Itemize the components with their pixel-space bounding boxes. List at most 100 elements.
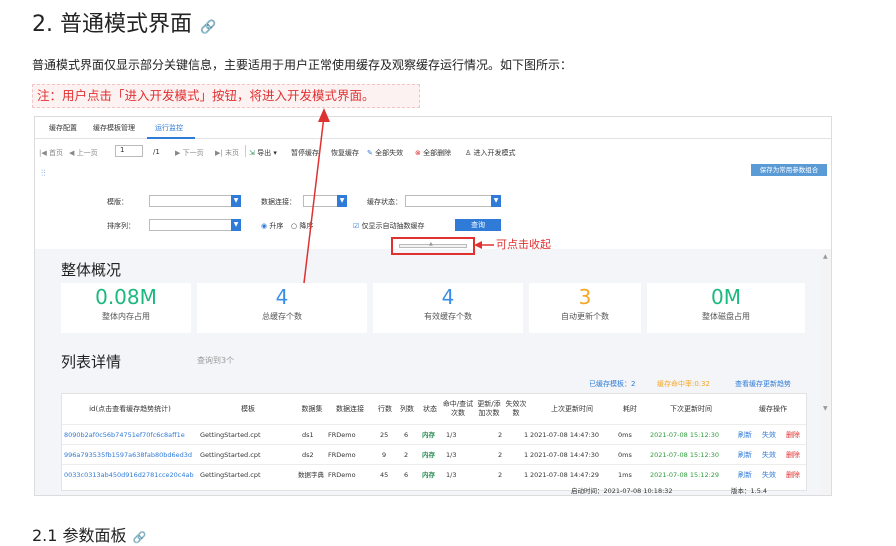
filter-toggle-icon[interactable]: ⫶⫶ xyxy=(41,169,46,179)
stat-card-disk: 0M 整体磁盘占用 xyxy=(647,283,805,333)
next-update-cell: 2021-07-08 15:12:30 xyxy=(650,451,720,459)
delete-all-button[interactable]: ⊗ 全部删除 xyxy=(415,148,451,158)
cache-table: id(点击查看缓存趋势统计) 模板 数据集 数据连接 行数 列数 状态 命中/查… xyxy=(61,393,807,491)
dev-mode-button[interactable]: ♙ 进入开发模式 xyxy=(465,148,516,158)
col-header: 缓存操作 xyxy=(759,404,787,413)
cache-id-link[interactable]: 8090b2af0c56b74751ef70fc6c8aff1e xyxy=(64,425,198,445)
tab-cache-config[interactable]: 缓存配置 xyxy=(49,123,77,133)
link-icon[interactable]: 🔗 xyxy=(200,20,216,35)
dataset-cell: 数据字典 xyxy=(298,471,324,479)
chevron-down-icon: ▼ xyxy=(491,195,501,207)
divider xyxy=(245,145,246,157)
update-cell: 2 xyxy=(498,431,503,439)
first-page-button[interactable]: |◀ 首页 xyxy=(39,148,63,158)
delete-button[interactable]: 删除 xyxy=(786,465,800,485)
table-row: 8090b2af0c56b74751ef70fc6c8aff1e Getting… xyxy=(62,424,806,444)
stat-label: 总缓存个数 xyxy=(262,312,302,321)
pause-cache-button[interactable]: 暂停缓存 xyxy=(291,148,319,158)
tab-monitor[interactable]: 运行监控 xyxy=(155,123,183,133)
delete-button[interactable]: 删除 xyxy=(786,445,800,465)
page-input[interactable]: 1 xyxy=(115,145,143,157)
cols-cell: 2 xyxy=(404,451,409,459)
resume-cache-button[interactable]: 恢复缓存 xyxy=(331,148,359,158)
link-icon[interactable]: 🔗 xyxy=(133,531,147,544)
status-cell: 内存 xyxy=(422,431,435,439)
tab-template-manage[interactable]: 缓存模板管理 xyxy=(93,123,135,133)
stat-card-total: 4 总缓存个数 xyxy=(197,283,367,333)
desc-radio[interactable]: ○ 降序 xyxy=(291,221,313,231)
collapse-handle-highlight[interactable]: ▲ xyxy=(391,237,475,255)
scroll-up-icon[interactable]: ▲ xyxy=(823,253,828,260)
trend-link[interactable]: 查看缓存更新趋势 xyxy=(735,379,791,389)
cols-cell: 6 xyxy=(404,471,409,479)
stat-value: 4 xyxy=(441,285,455,309)
delete-button[interactable]: 删除 xyxy=(786,425,800,445)
col-header: 失效次数 xyxy=(505,400,527,417)
screenshot-frame: 缓存配置 缓存模板管理 运行监控 |◀ 首页 ◀ 上一页 1 /1 ▶ 下一页 … xyxy=(34,116,832,496)
refresh-button[interactable]: 刷新 xyxy=(738,445,752,465)
status-select[interactable]: ▼ xyxy=(405,195,501,207)
stat-value: 0.08M xyxy=(95,285,157,309)
col-header: id(点击查看缓存趋势统计) xyxy=(89,404,171,413)
update-cell: 2 xyxy=(498,451,503,459)
next-page-button[interactable]: ▶ 下一页 xyxy=(175,148,204,158)
intro-paragraph: 普通模式界面仅显示部分关键信息，主要适用于用户正常使用缓存及观察缓存运行情况。如… xyxy=(32,58,573,72)
cache-id-link[interactable]: 996a793535fb1597a638fab80bd6ed3d xyxy=(64,445,198,465)
chevron-down-icon: ▼ xyxy=(231,219,241,231)
scroll-down-icon[interactable]: ▼ xyxy=(823,405,828,412)
export-button[interactable]: ⇲ 导出 ▾ xyxy=(249,148,277,158)
refresh-button[interactable]: 刷新 xyxy=(738,425,752,445)
rows-cell: 45 xyxy=(380,471,389,479)
auto-only-checkbox[interactable]: ☑ 仅显示自动抽数缓存 xyxy=(353,221,425,231)
conn-cell: FRDemo xyxy=(328,431,356,439)
save-params-button[interactable]: 保存为常用参数组合 xyxy=(751,164,827,176)
subsection-title: 2.1 参数面板 xyxy=(32,526,127,545)
asc-radio[interactable]: ◉ 升序 xyxy=(261,221,283,231)
export-icon: ⇲ xyxy=(249,149,255,157)
checkbox-checked-icon: ☑ xyxy=(353,222,360,230)
hit-cell: 1/3 xyxy=(446,431,457,439)
section-heading: 2. 普通模式界面 🔗 xyxy=(32,6,216,38)
cost-cell: 0ms xyxy=(618,431,632,439)
stat-value: 4 xyxy=(275,285,289,309)
col-header: 模板 xyxy=(241,404,255,413)
cost-cell: 0ms xyxy=(618,451,632,459)
page-total: /1 xyxy=(153,148,160,156)
table-row: 0033c0313ab450d916d2781cce20c4ab Getting… xyxy=(62,464,806,484)
overview-title: 整体概况 xyxy=(61,261,122,279)
sort-select[interactable]: ▼ xyxy=(149,219,241,231)
dataset-cell: ds2 xyxy=(302,451,314,459)
fail-button[interactable]: 失效 xyxy=(762,445,776,465)
refresh-button[interactable]: 刷新 xyxy=(738,465,752,485)
broom-icon: ✎ xyxy=(367,149,373,157)
note-callout: 注：用户点击「进入开发模式」按钮，将进入开发模式界面。 xyxy=(32,84,420,108)
template-select[interactable]: ▼ xyxy=(149,195,241,207)
fail-button[interactable]: 失效 xyxy=(762,425,776,445)
prev-page-button[interactable]: ◀ 上一页 xyxy=(69,148,98,158)
stat-value: 3 xyxy=(578,285,592,309)
fail-button[interactable]: 失效 xyxy=(762,465,776,485)
conn-cell: FRDemo xyxy=(328,471,356,479)
delete-icon: ⊗ xyxy=(415,149,421,157)
status-cell: 内存 xyxy=(422,451,435,459)
scrollbar[interactable]: ▲ ▼ xyxy=(821,249,831,495)
toolbar: |◀ 首页 ◀ 上一页 1 /1 ▶ 下一页 ▶| 末页 ⇲ 导出 ▾ 暂停缓存… xyxy=(35,145,831,161)
col-header: 状态 xyxy=(423,404,437,413)
col-header: 命中/查试次数 xyxy=(442,400,474,417)
stat-card-valid: 4 有效缓存个数 xyxy=(373,283,523,333)
radio-checked-icon: ◉ xyxy=(261,222,268,230)
fail-all-button[interactable]: ✎ 全部失效 xyxy=(367,148,403,158)
query-button[interactable]: 查询 xyxy=(455,219,501,231)
rows-cell: 9 xyxy=(382,451,387,459)
next-update-cell: 2021-07-08 15:12:29 xyxy=(650,471,720,479)
last-page-button[interactable]: ▶| 末页 xyxy=(215,148,239,158)
list-count: 查询到3个 xyxy=(197,356,235,365)
col-header: 更新/添加次数 xyxy=(477,400,501,417)
rows-cell: 25 xyxy=(380,431,389,439)
stat-card-auto: 3 自动更新个数 xyxy=(529,283,641,333)
conn-select[interactable]: ▼ xyxy=(303,195,347,207)
cache-id-link[interactable]: 0033c0313ab450d916d2781cce20c4ab xyxy=(64,465,198,485)
collapse-bar[interactable] xyxy=(399,244,467,248)
tab-bar: 缓存配置 缓存模板管理 运行监控 xyxy=(35,117,831,139)
section-title: 2. 普通模式界面 xyxy=(32,12,192,37)
